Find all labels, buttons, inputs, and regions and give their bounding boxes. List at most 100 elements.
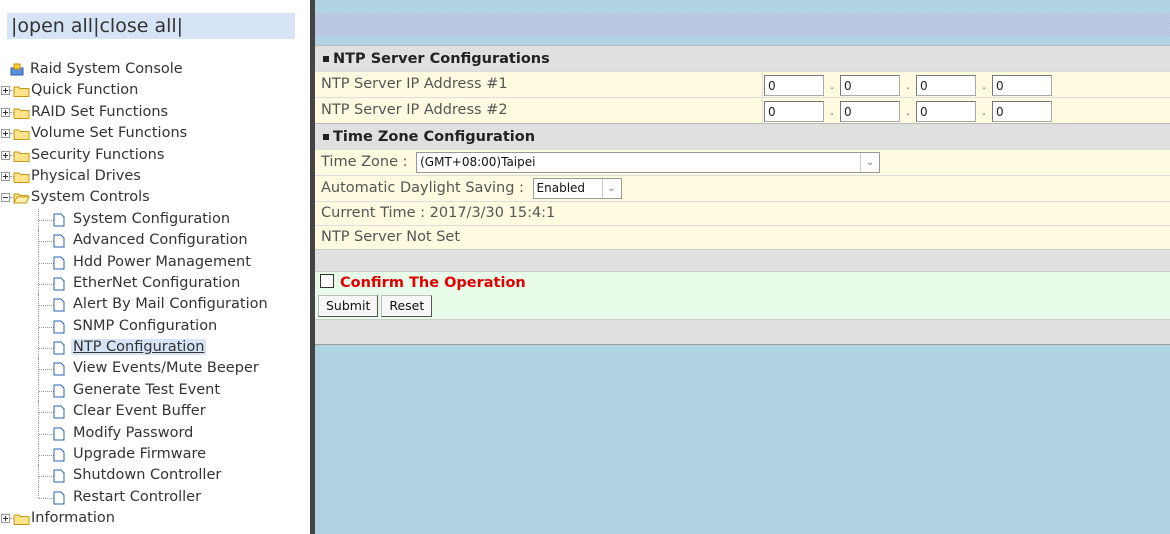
folder-icon: [13, 172, 30, 183]
current-time-text: Current Time : 2017/3/30 15:4:1: [321, 205, 556, 221]
ntp-server-2-ip: 0. 0. 0. 0: [764, 100, 1052, 123]
daylight-saving-row: Automatic Daylight Saving : Enabled ⌄: [315, 175, 1170, 201]
tree-child-label: Hdd Power Management: [73, 253, 251, 270]
page-icon: [53, 213, 65, 227]
open-close-links: |open all|close all|: [7, 13, 295, 39]
ntp1-octet-3-input[interactable]: 0: [916, 75, 976, 96]
tree-child-shutdown-controller[interactable]: Shutdown Controller: [0, 465, 310, 487]
tree-child-label: Generate Test Event: [73, 381, 221, 398]
tree-child-label: EtherNet Configuration: [73, 274, 241, 291]
tree-item-label: Security Functions: [31, 146, 165, 163]
tree-child-generate-test-event[interactable]: Generate Test Event: [0, 379, 310, 402]
tree-root[interactable]: Raid System Console: [0, 59, 310, 80]
confirm-row: Confirm The Operation: [315, 271, 1170, 294]
ntp2-octet-4-input[interactable]: 0: [992, 101, 1052, 122]
expand-icon[interactable]: [1, 107, 10, 117]
tree-child-advanced-configuration[interactable]: Advanced Configuration: [0, 230, 310, 252]
ntp1-octet-1-input[interactable]: 0: [764, 75, 824, 96]
ntp-server-1-row: NTP Server IP Address #1 0. 0. 0. 0: [315, 71, 1170, 97]
tree-item-quick-function[interactable]: Quick Function: [0, 80, 310, 101]
tree-child-upgrade-firmware[interactable]: Upgrade Firmware: [0, 444, 310, 466]
tree-item-volume-set-functions[interactable]: Volume Set Functions: [0, 123, 310, 144]
tree-child-label: Advanced Configuration: [73, 232, 248, 249]
tree-item-label: Quick Function: [31, 82, 139, 99]
ntp-config-form: NTP Server Configurations NTP Server IP …: [315, 45, 1170, 345]
submit-button[interactable]: Submit: [318, 295, 379, 317]
page-icon: [53, 491, 65, 505]
tree-child-label: Alert By Mail Configuration: [73, 296, 268, 313]
confirm-checkbox[interactable]: [320, 274, 334, 288]
chevron-down-icon: ⌄: [601, 178, 621, 198]
tree-child-label: Modify Password: [73, 424, 194, 441]
page-icon: [53, 427, 65, 441]
button-row: Submit Reset: [315, 294, 1170, 319]
page-icon: [53, 298, 65, 312]
expand-icon[interactable]: [1, 150, 10, 160]
tree-child-alert-by-mail-configuration[interactable]: Alert By Mail Configuration: [0, 294, 310, 316]
page-icon: [53, 256, 65, 270]
ntp2-octet-3-input[interactable]: 0: [916, 101, 976, 122]
tree-child-view-events-mute-beeper[interactable]: View Events/Mute Beeper: [0, 358, 310, 380]
tree-child-label: Upgrade Firmware: [73, 446, 207, 463]
tree-child-label-selected: NTP Configuration: [71, 339, 207, 356]
tree-item-system-controls[interactable]: System Controls: [0, 187, 310, 208]
tree-child-label: View Events/Mute Beeper: [73, 360, 259, 377]
ntp2-octet-1-input[interactable]: 0: [764, 101, 824, 122]
header-bar: [315, 13, 1170, 37]
page-icon: [53, 320, 65, 334]
tree-child-clear-event-buffer[interactable]: Clear Event Buffer: [0, 401, 310, 423]
tree-child-label: System Configuration: [73, 210, 231, 227]
tree-item-label: System Controls: [31, 189, 150, 206]
close-all-link[interactable]: close all: [99, 15, 176, 37]
time-zone-select[interactable]: (GMT+08:00)Taipei ⌄: [416, 151, 881, 173]
content-frame: NTP Server Configurations NTP Server IP …: [315, 0, 1170, 534]
tree-child-label: Shutdown Controller: [73, 467, 222, 484]
folder-icon: [13, 129, 30, 141]
time-zone-row: Time Zone : (GMT+08:00)Taipei ⌄: [315, 149, 1170, 175]
ntp1-octet-2-input[interactable]: 0: [840, 75, 900, 96]
expand-icon[interactable]: [1, 171, 10, 181]
page-icon: [53, 234, 65, 248]
ntp-server-2-row: NTP Server IP Address #2 0. 0. 0. 0: [315, 97, 1170, 123]
tree-item-security-functions[interactable]: Security Functions: [0, 145, 310, 166]
daylight-saving-value: Enabled: [536, 180, 586, 195]
bullet-icon: [323, 134, 329, 140]
tree-item-raid-set-functions[interactable]: RAID Set Functions: [0, 102, 310, 123]
page-icon: [53, 405, 65, 419]
tree-child-system-configuration[interactable]: System Configuration: [0, 208, 310, 231]
footer-row: [315, 319, 1170, 345]
ntp1-octet-4-input[interactable]: 0: [992, 75, 1052, 96]
tree-item-label: Physical Drives: [31, 167, 141, 184]
tree-child-snmp-configuration[interactable]: SNMP Configuration: [0, 315, 310, 338]
tree-child-ethernet-configuration[interactable]: EtherNet Configuration: [0, 272, 310, 295]
daylight-saving-select[interactable]: Enabled ⌄: [532, 177, 622, 199]
tree-item-physical-drives[interactable]: Physical Drives: [0, 166, 310, 187]
expand-icon[interactable]: [1, 514, 10, 524]
reset-button[interactable]: Reset: [381, 295, 433, 317]
ntp-server-1-label: NTP Server IP Address #1: [321, 76, 508, 92]
ntp-status-text: NTP Server Not Set: [321, 229, 461, 245]
page-icon: [53, 384, 65, 398]
current-time-row: Current Time : 2017/3/30 15:4:1: [315, 201, 1170, 225]
tree-item-label: Volume Set Functions: [31, 125, 188, 142]
collapse-icon[interactable]: [1, 193, 10, 203]
expand-icon[interactable]: [1, 86, 10, 96]
tree-item-label: Information: [31, 510, 115, 527]
tree-child-ntp-configuration[interactable]: NTP Configuration: [0, 337, 310, 359]
tree-child-hdd-power-management[interactable]: Hdd Power Management: [0, 251, 310, 273]
tree-item-information[interactable]: Information: [0, 508, 310, 529]
open-folder-icon: [13, 193, 30, 204]
expand-icon[interactable]: [1, 129, 10, 139]
folder-icon: [13, 86, 30, 98]
open-all-link[interactable]: open all: [17, 15, 93, 37]
ntp2-octet-2-input[interactable]: 0: [840, 101, 900, 122]
tree-child-label: SNMP Configuration: [73, 317, 218, 334]
ntp-section-title: NTP Server Configurations: [333, 51, 550, 67]
tree-child-restart-controller[interactable]: Restart Controller: [0, 486, 310, 508]
tree-child-modify-password[interactable]: Modify Password: [0, 422, 310, 445]
tree-item-label: RAID Set Functions: [31, 103, 169, 120]
spacer-row: [315, 249, 1170, 271]
ntp-section-header: NTP Server Configurations: [315, 45, 1170, 71]
tz-section-header: Time Zone Configuration: [315, 123, 1170, 149]
page-icon: [53, 469, 65, 483]
